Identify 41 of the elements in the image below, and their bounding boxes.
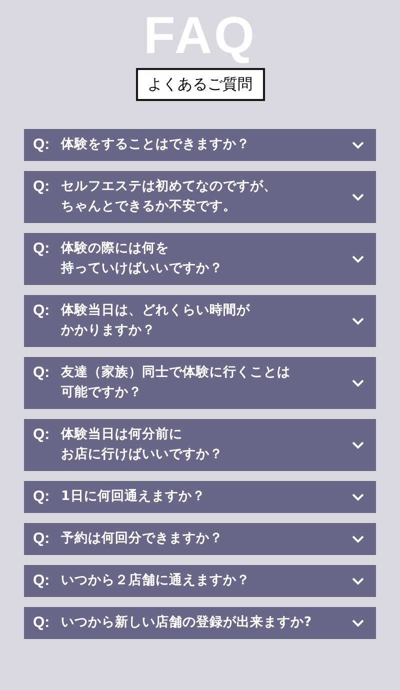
question-text: 体験をすることはできますか？ [61, 136, 251, 154]
chevron-icon [352, 535, 364, 543]
question-label: Q: [33, 363, 51, 383]
faq-question[interactable]: Q: 体験当日は、どれくらい時間が かかりますか？ [24, 295, 376, 347]
question-text: 友達（家族）同士で体験に行くことは 可能ですか？ [61, 364, 292, 402]
question-text: 予約は何回分できますか？ [61, 530, 224, 548]
faq-question[interactable]: Q: いつから２店舗に通えますか？ [24, 565, 376, 597]
question-text: セルフエステは初めてなのですが、 ちゃんとできるか不安です。 [61, 178, 278, 216]
faq-question[interactable]: Q: 1日に何回通えますか？ [24, 481, 376, 513]
chevron-icon [352, 141, 364, 149]
chevron-icon [352, 619, 364, 627]
question-label: Q: [33, 135, 51, 155]
question-label: Q: [33, 529, 51, 549]
faq-question[interactable]: Q: 体験をすることはできますか？ [24, 129, 376, 161]
question-text: いつから２店舗に通えますか？ [61, 572, 251, 590]
chevron-icon [352, 379, 364, 387]
question-label: Q: [33, 177, 51, 197]
question-text: いつから新しい店舗の登録が出来ますか? [61, 614, 314, 632]
question-label: Q: [33, 239, 51, 259]
chevron-icon [352, 317, 364, 325]
chevron-icon [352, 493, 364, 501]
chevron-icon [352, 193, 364, 201]
faq-question[interactable]: Q: 体験の際には何を 持っていけばいいですか？ [24, 233, 376, 285]
question-label: Q: [33, 301, 51, 321]
page-subtitle: よくあるご質問 [136, 68, 264, 101]
chevron-icon [352, 577, 364, 585]
faq-question[interactable]: Q: 体験当日は何分前に お店に行けばいいですか？ [24, 419, 376, 471]
question-label: Q: [33, 487, 51, 507]
question-label: Q: [33, 425, 51, 445]
chevron-icon [352, 255, 364, 263]
faq-question[interactable]: Q: 予約は何回分できますか？ [24, 523, 376, 555]
chevron-icon [352, 441, 364, 449]
question-text: 体験の際には何を 持っていけばいいですか？ [61, 240, 224, 278]
faq-question[interactable]: Q: 友達（家族）同士で体験に行くことは 可能ですか？ [24, 357, 376, 409]
faq-question[interactable]: Q: いつから新しい店舗の登録が出来ますか? [24, 607, 376, 639]
question-text: 1日に何回通えますか？ [61, 488, 207, 506]
faq-question[interactable]: Q: セルフエステは初めてなのですが、 ちゃんとできるか不安です。 [24, 171, 376, 223]
question-label: Q: [33, 613, 51, 633]
question-label: Q: [33, 571, 51, 591]
question-text: 体験当日は、どれくらい時間が かかりますか？ [61, 302, 251, 340]
question-text: 体験当日は何分前に お店に行けばいいですか？ [61, 426, 224, 464]
